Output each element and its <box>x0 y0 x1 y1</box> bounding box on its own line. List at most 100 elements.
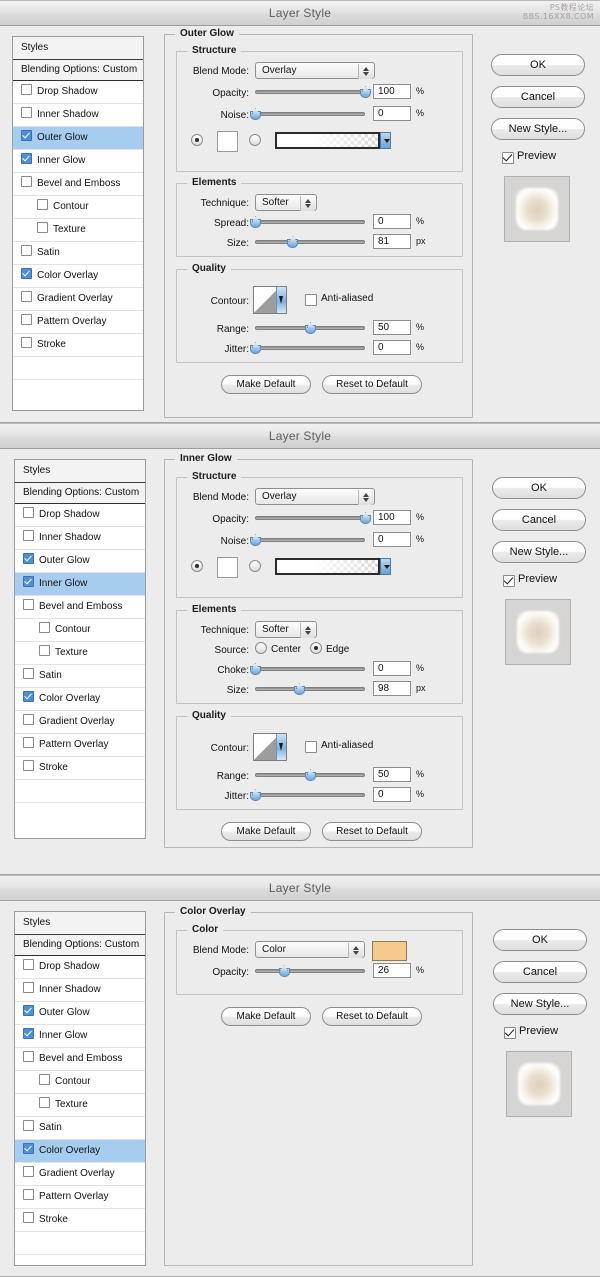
preview-checkbox[interactable] <box>504 1027 516 1039</box>
styles-header[interactable]: Styles <box>13 37 143 60</box>
opacity-input[interactable]: 26 <box>373 963 411 978</box>
reset-to-default-button[interactable]: Reset to Default <box>322 375 422 394</box>
bevel-and-emboss-checkbox[interactable] <box>23 599 34 610</box>
fx-row-texture[interactable]: Texture <box>15 1094 145 1117</box>
fx-row-inner-shadow[interactable]: Inner Shadow <box>15 979 145 1002</box>
glow-gradient-preview[interactable] <box>275 558 380 575</box>
pattern-overlay-checkbox[interactable] <box>23 1189 34 1200</box>
contour-checkbox[interactable] <box>37 199 48 210</box>
ok-button[interactable]: OK <box>491 54 585 76</box>
glow-color-solid-radio[interactable] <box>191 560 203 572</box>
cancel-button[interactable]: Cancel <box>491 86 585 108</box>
gradient-overlay-checkbox[interactable] <box>23 1166 34 1177</box>
fx-row-contour[interactable]: Contour <box>15 619 145 642</box>
preview-checkbox[interactable] <box>502 152 514 164</box>
fx-row-stroke[interactable]: Stroke <box>15 1209 145 1232</box>
cancel-button[interactable]: Cancel <box>493 961 587 983</box>
blend-mode-select[interactable]: Overlay <box>255 488 375 505</box>
gradient-overlay-checkbox[interactable] <box>23 714 34 725</box>
fx-row-bevel-and-emboss[interactable]: Bevel and Emboss <box>15 1048 145 1071</box>
satin-checkbox[interactable] <box>23 1120 34 1131</box>
slider-knob[interactable] <box>360 512 371 524</box>
pattern-overlay-checkbox[interactable] <box>21 314 32 325</box>
inner-glow-checkbox[interactable] <box>21 153 32 164</box>
fx-row-stroke[interactable]: Stroke <box>13 334 143 357</box>
range-input[interactable]: 50 <box>373 320 411 335</box>
fx-row-bevel-and-emboss[interactable]: Bevel and Emboss <box>13 173 143 196</box>
glow-color-solid-radio[interactable] <box>191 134 203 146</box>
anti-aliased-checkbox[interactable] <box>305 741 317 753</box>
opacity-slider[interactable] <box>255 965 365 977</box>
slider-knob[interactable] <box>287 236 299 248</box>
blending-options-row[interactable]: Blending Options: Custom <box>13 60 143 81</box>
fx-row-outer-glow[interactable]: Outer Glow <box>13 127 143 150</box>
stroke-checkbox[interactable] <box>23 1212 34 1223</box>
slider-knob[interactable] <box>278 965 290 977</box>
stroke-checkbox[interactable] <box>23 760 34 771</box>
ok-button[interactable]: OK <box>492 477 586 499</box>
jitter-slider[interactable] <box>250 342 365 354</box>
opacity-input[interactable]: 100 <box>373 84 411 99</box>
size-slider[interactable] <box>255 683 365 695</box>
bevel-and-emboss-checkbox[interactable] <box>21 176 32 187</box>
styles-header[interactable]: Styles <box>15 912 145 935</box>
new-style-button[interactable]: New Style... <box>492 541 586 563</box>
fx-row-pattern-overlay[interactable]: Pattern Overlay <box>15 1186 145 1209</box>
choke-slider[interactable] <box>250 663 365 675</box>
make-default-button[interactable]: Make Default <box>221 1007 311 1026</box>
preview-checkbox[interactable] <box>503 575 515 587</box>
outer-glow-checkbox[interactable] <box>23 1005 34 1016</box>
jitter-slider[interactable] <box>250 789 365 801</box>
chevron-down-icon[interactable] <box>276 734 286 760</box>
slider-knob[interactable] <box>250 789 261 801</box>
noise-slider[interactable] <box>250 534 365 546</box>
reset-to-default-button[interactable]: Reset to Default <box>322 1007 422 1026</box>
cancel-button[interactable]: Cancel <box>492 509 586 531</box>
noise-input[interactable]: 0 <box>373 532 411 547</box>
pattern-overlay-checkbox[interactable] <box>23 737 34 748</box>
blend-mode-select[interactable]: Overlay <box>255 62 375 79</box>
fx-row-contour[interactable]: Contour <box>13 196 143 219</box>
fx-row-outer-glow[interactable]: Outer Glow <box>15 1002 145 1025</box>
make-default-button[interactable]: Make Default <box>221 822 311 841</box>
contour-checkbox[interactable] <box>39 622 50 633</box>
glow-color-swatch[interactable] <box>217 131 238 152</box>
range-slider[interactable] <box>255 769 365 781</box>
fx-row-color-overlay[interactable]: Color Overlay <box>13 265 143 288</box>
slider-knob[interactable] <box>305 322 316 334</box>
jitter-input[interactable]: 0 <box>373 340 411 355</box>
chevron-down-icon[interactable] <box>276 287 286 313</box>
new-style-button[interactable]: New Style... <box>493 993 587 1015</box>
size-slider[interactable] <box>255 236 365 248</box>
inner-shadow-checkbox[interactable] <box>21 107 32 118</box>
noise-input[interactable]: 0 <box>373 106 411 121</box>
spread-slider[interactable] <box>250 216 365 228</box>
fx-row-drop-shadow[interactable]: Drop Shadow <box>15 956 145 979</box>
opacity-slider[interactable] <box>255 86 371 98</box>
opacity-input[interactable]: 100 <box>373 510 411 525</box>
satin-checkbox[interactable] <box>21 245 32 256</box>
gradient-overlay-checkbox[interactable] <box>21 291 32 302</box>
fx-row-gradient-overlay[interactable]: Gradient Overlay <box>15 711 145 734</box>
ok-button[interactable]: OK <box>493 929 587 951</box>
fx-row-stroke[interactable]: Stroke <box>15 757 145 780</box>
slider-knob[interactable] <box>250 108 261 120</box>
technique-select[interactable]: Softer <box>255 621 317 638</box>
fx-row-texture[interactable]: Texture <box>13 219 143 242</box>
reset-to-default-button[interactable]: Reset to Default <box>322 822 422 841</box>
size-input[interactable]: 98 <box>373 681 411 696</box>
fx-row-inner-shadow[interactable]: Inner Shadow <box>13 104 143 127</box>
glow-gradient-radio[interactable] <box>249 134 261 146</box>
opacity-slider[interactable] <box>255 512 371 524</box>
fx-row-gradient-overlay[interactable]: Gradient Overlay <box>15 1163 145 1186</box>
contour-checkbox[interactable] <box>39 1074 50 1085</box>
spread-input[interactable]: 0 <box>373 214 411 229</box>
contour-thumbnail[interactable] <box>253 286 287 314</box>
slider-knob[interactable] <box>250 663 261 675</box>
contour-thumbnail[interactable] <box>253 733 287 761</box>
fx-row-pattern-overlay[interactable]: Pattern Overlay <box>15 734 145 757</box>
inner-shadow-checkbox[interactable] <box>23 982 34 993</box>
fx-row-inner-glow[interactable]: Inner Glow <box>15 1025 145 1048</box>
drop-shadow-checkbox[interactable] <box>21 84 32 95</box>
fx-row-inner-shadow[interactable]: Inner Shadow <box>15 527 145 550</box>
